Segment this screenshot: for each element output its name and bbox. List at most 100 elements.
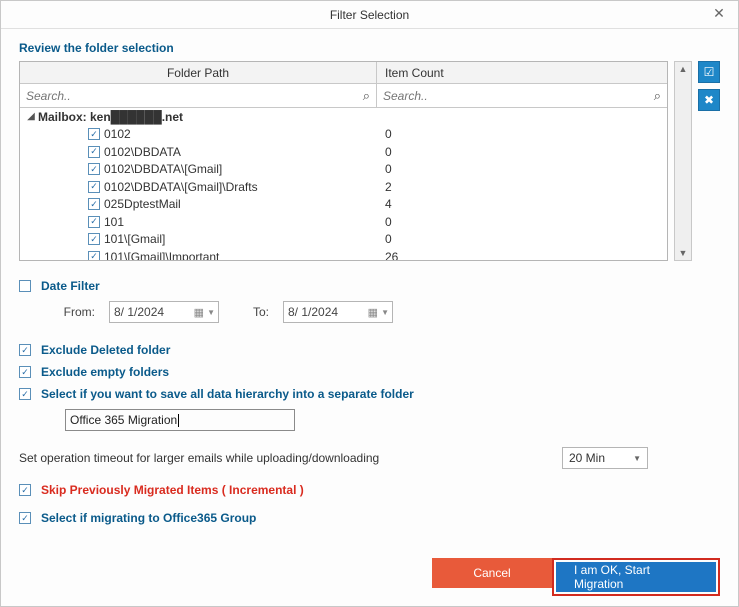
- exclude-deleted-label: Exclude Deleted folder: [41, 343, 170, 357]
- chevron-down-icon: ▼: [633, 454, 641, 463]
- review-label: Review the folder selection: [19, 41, 720, 55]
- row-checkbox[interactable]: ✓: [88, 198, 100, 210]
- side-buttons: ☑ ✖: [698, 61, 720, 111]
- table-row[interactable]: ✓ 0102\DBDATA\[Gmail] 0: [20, 161, 667, 179]
- item-count: 0: [377, 232, 667, 246]
- table-row[interactable]: ✓ 025DptestMail 4: [20, 196, 667, 214]
- close-icon: ✕: [713, 5, 725, 22]
- mailbox-label: Mailbox: ken██████.net: [38, 110, 183, 124]
- start-migration-button[interactable]: I am OK, Start Migration: [556, 562, 716, 592]
- save-hierarchy-option: ✓ Select if you want to save all data hi…: [19, 387, 720, 401]
- from-date-input[interactable]: 8/ 1/2024 ▦ ▼: [109, 301, 219, 323]
- item-count: 26: [377, 250, 667, 260]
- vertical-scrollbar[interactable]: ▲ ▼: [674, 61, 692, 261]
- date-filter-checkbox[interactable]: ✓: [19, 280, 31, 292]
- folder-name: 101: [104, 215, 124, 229]
- table-row[interactable]: ✓ 0102\DBDATA 0: [20, 143, 667, 161]
- to-label: To:: [233, 305, 269, 319]
- grid-header: Folder Path Item Count: [20, 62, 667, 84]
- to-date-input[interactable]: 8/ 1/2024 ▦ ▼: [283, 301, 393, 323]
- search-count-cell: ⌕: [377, 84, 667, 107]
- search-icon[interactable]: ⌕: [363, 88, 370, 104]
- row-checkbox[interactable]: ✓: [88, 128, 100, 140]
- save-hierarchy-label: Select if you want to save all data hier…: [41, 387, 414, 401]
- row-checkbox[interactable]: ✓: [88, 163, 100, 175]
- calendar-icon: ▦: [194, 306, 204, 319]
- to-date-value: 8/ 1/2024: [288, 305, 338, 319]
- save-hierarchy-checkbox[interactable]: ✓: [19, 388, 31, 400]
- grid-search-row: ⌕ ⌕: [20, 84, 667, 108]
- exclude-empty-option: ✓ Exclude empty folders: [19, 365, 720, 379]
- search-folder-cell: ⌕: [20, 84, 377, 107]
- table-row[interactable]: ✓ 0102 0: [20, 126, 667, 144]
- skip-migrated-checkbox[interactable]: ✓: [19, 484, 31, 496]
- column-folder-path[interactable]: Folder Path: [20, 62, 377, 83]
- office-group-label: Select if migrating to Office365 Group: [41, 511, 256, 525]
- column-item-count[interactable]: Item Count: [377, 62, 667, 83]
- calendar-icon: ▦: [368, 306, 378, 319]
- start-button-highlight: I am OK, Start Migration: [552, 558, 720, 596]
- exclude-deleted-option: ✓ Exclude Deleted folder: [19, 343, 720, 357]
- timeout-label: Set operation timeout for larger emails …: [19, 451, 379, 465]
- exclude-empty-checkbox[interactable]: ✓: [19, 366, 31, 378]
- uncheck-all-icon: ✖: [704, 93, 714, 107]
- exclude-empty-label: Exclude empty folders: [41, 365, 169, 379]
- row-checkbox[interactable]: ✓: [88, 216, 100, 228]
- folder-name: 101\[Gmail]: [104, 232, 165, 246]
- item-count: 0: [377, 162, 667, 176]
- collapse-icon[interactable]: ◢: [26, 111, 36, 122]
- table-row[interactable]: ✓ 0102\DBDATA\[Gmail]\Drafts 2: [20, 178, 667, 196]
- uncheck-all-button[interactable]: ✖: [698, 89, 720, 111]
- table-row[interactable]: ✓ 101\[Gmail] 0: [20, 231, 667, 249]
- item-count: 2: [377, 180, 667, 194]
- item-count: 0: [377, 127, 667, 141]
- search-icon[interactable]: ⌕: [654, 88, 661, 104]
- hierarchy-folder-input[interactable]: Office 365 Migration: [65, 409, 295, 431]
- chevron-down-icon: ▼: [381, 308, 389, 317]
- folder-name: 025DptestMail: [104, 197, 181, 211]
- row-checkbox[interactable]: ✓: [88, 251, 100, 260]
- dialog-title: Filter Selection: [330, 8, 409, 22]
- row-checkbox[interactable]: ✓: [88, 181, 100, 193]
- folder-name: 0102\DBDATA\[Gmail]: [104, 162, 222, 176]
- exclude-deleted-checkbox[interactable]: ✓: [19, 344, 31, 356]
- filter-selection-dialog: Filter Selection ✕ Review the folder sel…: [0, 0, 739, 607]
- timeout-row: Set operation timeout for larger emails …: [19, 447, 720, 469]
- skip-migrated-option: ✓ Skip Previously Migrated Items ( Incre…: [19, 483, 720, 497]
- office-group-option: ✓ Select if migrating to Office365 Group: [19, 511, 720, 525]
- item-count: 4: [377, 197, 667, 211]
- date-range-row: From: 8/ 1/2024 ▦ ▼ To: 8/ 1/2024 ▦ ▼: [19, 301, 720, 323]
- cancel-button[interactable]: Cancel: [432, 558, 552, 588]
- folder-name: 101\[Gmail]\Important: [104, 250, 219, 260]
- dialog-content: Review the folder selection Folder Path …: [1, 29, 738, 606]
- hierarchy-folder-value: Office 365 Migration: [70, 413, 177, 427]
- row-checkbox[interactable]: ✓: [88, 146, 100, 158]
- from-label: From:: [59, 305, 95, 319]
- check-all-icon: ☑: [704, 65, 715, 79]
- folder-search-input[interactable]: [26, 89, 350, 103]
- item-count: 0: [377, 145, 667, 159]
- date-filter-label: Date Filter: [41, 279, 100, 293]
- scroll-up-icon[interactable]: ▲: [679, 64, 688, 74]
- chevron-down-icon: ▼: [207, 308, 215, 317]
- folder-name: 0102\DBDATA: [104, 145, 181, 159]
- office-group-checkbox[interactable]: ✓: [19, 512, 31, 524]
- titlebar: Filter Selection ✕: [1, 1, 738, 29]
- folder-grid-area: Folder Path Item Count ⌕ ⌕: [19, 61, 720, 261]
- check-all-button[interactable]: ☑: [698, 61, 720, 83]
- close-button[interactable]: ✕: [706, 3, 732, 23]
- folder-grid: Folder Path Item Count ⌕ ⌕: [19, 61, 668, 261]
- timeout-select[interactable]: 20 Min ▼: [562, 447, 648, 469]
- table-row[interactable]: ✓ 101\[Gmail]\Important 26: [20, 248, 667, 260]
- date-filter-option: ✓ Date Filter: [19, 279, 720, 293]
- from-date-value: 8/ 1/2024: [114, 305, 164, 319]
- grid-body[interactable]: ◢ Mailbox: ken██████.net ✓ 0102 0 ✓ 0102\DBD…: [20, 108, 667, 260]
- count-search-input[interactable]: [383, 89, 641, 103]
- dialog-footer: Cancel I am OK, Start Migration: [19, 550, 720, 596]
- folder-name: 0102: [104, 127, 131, 141]
- scroll-down-icon[interactable]: ▼: [679, 248, 688, 258]
- table-row[interactable]: ✓1010: [20, 213, 667, 231]
- row-checkbox[interactable]: ✓: [88, 233, 100, 245]
- mailbox-row[interactable]: ◢ Mailbox: ken██████.net: [20, 108, 667, 126]
- folder-name: 0102\DBDATA\[Gmail]\Drafts: [104, 180, 258, 194]
